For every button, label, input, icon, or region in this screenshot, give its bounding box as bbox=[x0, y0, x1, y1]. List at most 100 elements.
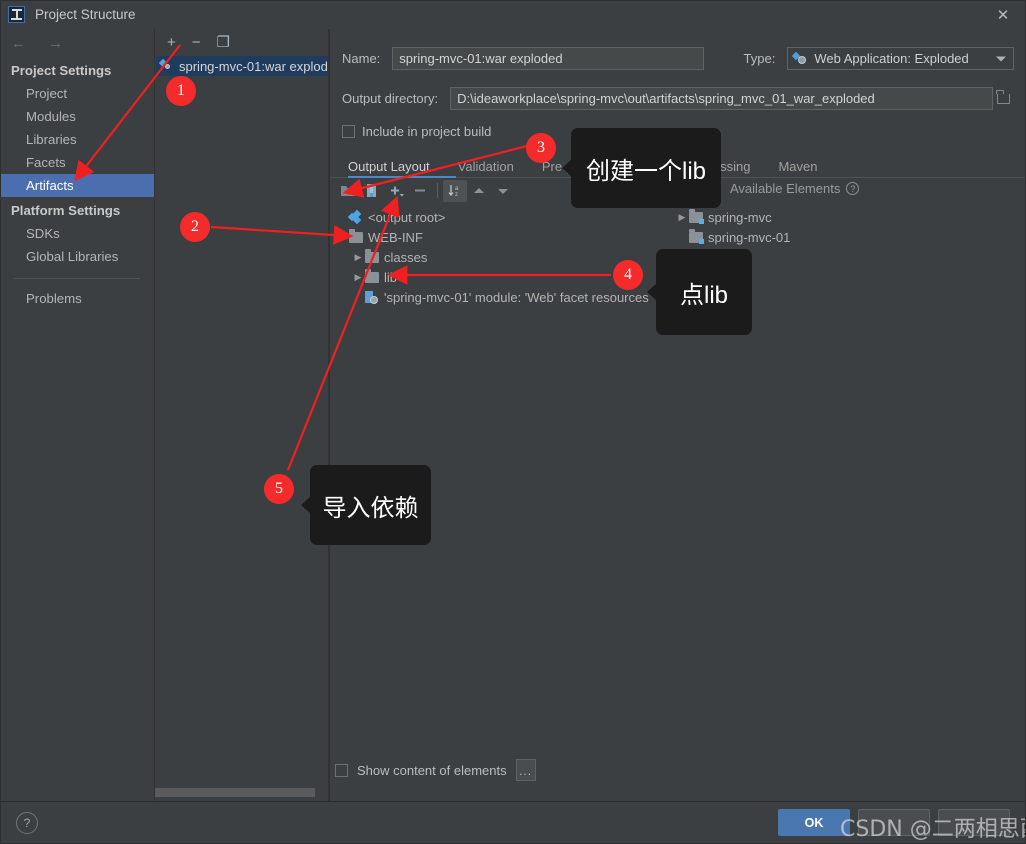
back-icon[interactable]: ← bbox=[11, 36, 26, 51]
callout-import-dependency: 导入依赖 bbox=[310, 465, 431, 545]
create-archive-icon[interactable] bbox=[360, 180, 384, 202]
available-elements-header: Available Elements ? bbox=[730, 181, 860, 196]
available-elements-tree: spring-mvc spring-mvc-01 bbox=[670, 207, 1026, 247]
include-in-project-build-label: Include in project build bbox=[362, 124, 492, 139]
tree-row-label: WEB-INF bbox=[368, 229, 423, 245]
include-in-project-build-checkbox[interactable] bbox=[342, 125, 355, 138]
tab-maven[interactable]: Maven bbox=[764, 154, 831, 178]
type-label: Type: bbox=[743, 51, 776, 66]
close-icon[interactable]: ✕ bbox=[980, 0, 1026, 29]
tree-row[interactable]: spring-mvc-01 bbox=[670, 227, 1026, 247]
show-content-label: Show content of elements bbox=[357, 762, 507, 778]
sidebar-item-libraries[interactable]: Libraries bbox=[0, 128, 154, 151]
callout-text: 点lib bbox=[679, 281, 728, 309]
web-facet-resources-icon bbox=[365, 290, 379, 304]
add-artifact-icon[interactable]: + bbox=[167, 35, 176, 50]
folder-icon bbox=[996, 89, 1010, 104]
move-up-icon[interactable] bbox=[467, 180, 491, 202]
remove-element-icon[interactable] bbox=[408, 180, 432, 202]
tree-row[interactable]: <output root> bbox=[330, 207, 665, 227]
chevron-down-icon bbox=[996, 56, 1006, 61]
output-root-icon bbox=[347, 209, 364, 224]
callout-create-lib: 创建一个lib bbox=[571, 128, 721, 208]
copy-artifact-icon[interactable]: ❐ bbox=[217, 35, 230, 50]
browse-output-directory-button[interactable] bbox=[993, 87, 1014, 110]
web-application-icon bbox=[792, 51, 808, 66]
tree-row-label: <output root> bbox=[368, 209, 446, 225]
step-badge-4: 4 bbox=[613, 260, 643, 290]
intellij-idea-logo-icon bbox=[8, 6, 25, 23]
artifact-list-item-label: spring-mvc-01:war exploded bbox=[179, 58, 328, 74]
callout-text: 创建一个lib bbox=[585, 157, 706, 185]
csdn-watermark: CSDN @二两相思酉 bbox=[840, 817, 1026, 842]
name-type-row: Name: spring-mvc-01:war exploded Type: W… bbox=[330, 47, 1026, 70]
sidebar-nav: ← → bbox=[0, 29, 154, 57]
available-elements-label: Available Elements bbox=[730, 181, 841, 196]
callout-text: 导入依赖 bbox=[322, 494, 419, 522]
pane-divider bbox=[329, 29, 330, 801]
move-down-icon[interactable] bbox=[491, 180, 515, 202]
twisty-closed-icon[interactable] bbox=[675, 212, 689, 223]
project-structure-dialog: Project Structure ✕ ← → Project Settings… bbox=[0, 0, 1026, 844]
help-icon[interactable]: ? bbox=[16, 812, 38, 834]
sidebar-item-project[interactable]: Project bbox=[0, 82, 154, 105]
tree-row[interactable]: WEB-INF bbox=[330, 227, 665, 247]
tree-row[interactable]: 'spring-mvc-01' module: 'Web' facet reso… bbox=[330, 287, 665, 307]
folder-icon bbox=[365, 268, 379, 283]
artifact-name-input[interactable]: spring-mvc-01:war exploded bbox=[392, 47, 704, 70]
artifact-list-item[interactable]: spring-mvc-01:war exploded bbox=[156, 56, 328, 76]
sidebar-item-facets[interactable]: Facets bbox=[0, 151, 154, 174]
tree-row-label: spring-mvc bbox=[708, 209, 772, 225]
tree-row[interactable]: spring-mvc bbox=[670, 207, 1026, 227]
sidebar-item-problems[interactable]: Problems bbox=[0, 287, 154, 310]
sidebar-divider bbox=[14, 278, 140, 279]
twisty-closed-icon[interactable] bbox=[351, 252, 365, 263]
tree-row-label: spring-mvc-01 bbox=[708, 229, 791, 245]
horizontal-scrollbar[interactable] bbox=[155, 788, 315, 797]
war-exploded-icon bbox=[158, 58, 174, 73]
artifact-type-value: Web Application: Exploded bbox=[814, 51, 969, 66]
folder-icon bbox=[349, 228, 363, 243]
forward-icon[interactable]: → bbox=[48, 36, 63, 51]
folder-icon bbox=[365, 248, 379, 263]
step-badge-2: 2 bbox=[180, 212, 210, 242]
add-element-icon[interactable] bbox=[384, 180, 408, 202]
output-layout-tree: <output root> WEB-INF classes lib bbox=[330, 207, 665, 307]
step-badge-3: 3 bbox=[526, 133, 556, 163]
output-directory-input[interactable]: D:\ideaworkplace\spring-mvc\out\artifact… bbox=[450, 87, 993, 110]
svg-text:z: z bbox=[455, 192, 458, 198]
module-folder-icon bbox=[689, 228, 704, 244]
tree-row-label: lib bbox=[384, 269, 398, 285]
show-content-checkbox[interactable] bbox=[335, 763, 348, 777]
browse-content-button[interactable]: ... bbox=[515, 759, 536, 781]
sidebar-item-modules[interactable]: Modules bbox=[0, 105, 154, 128]
output-directory-value: D:\ideaworkplace\spring-mvc\out\artifact… bbox=[457, 91, 875, 106]
tab-output-layout[interactable]: Output Layout bbox=[342, 154, 444, 178]
sidebar-item-global-libraries[interactable]: Global Libraries bbox=[0, 245, 154, 268]
tab-validation[interactable]: Validation bbox=[444, 154, 528, 178]
twisty-open-icon[interactable] bbox=[335, 232, 349, 242]
help-icon[interactable]: ? bbox=[846, 182, 860, 195]
toolbar-separator bbox=[437, 183, 438, 198]
name-label: Name: bbox=[342, 51, 381, 66]
sidebar-item-artifacts[interactable]: Artifacts bbox=[0, 174, 154, 197]
tree-row-label: 'spring-mvc-01' module: 'Web' facet reso… bbox=[384, 289, 649, 305]
remove-artifact-icon[interactable]: − bbox=[192, 35, 201, 50]
output-directory-label: Output directory: bbox=[342, 91, 439, 106]
twisty-closed-icon[interactable] bbox=[351, 272, 365, 283]
module-folder-icon bbox=[689, 208, 704, 224]
step-badge-5: 5 bbox=[264, 474, 294, 504]
artifact-type-dropdown[interactable]: Web Application: Exploded bbox=[787, 47, 1014, 70]
settings-sidebar: ← → Project Settings Project Modules Lib… bbox=[0, 29, 155, 801]
window-title: Project Structure bbox=[35, 7, 136, 22]
artifacts-list-pane: + − ❐ spring-mvc-01:war exploded bbox=[156, 29, 329, 801]
tree-row-label: classes bbox=[384, 249, 428, 265]
tree-row[interactable]: classes bbox=[330, 247, 665, 267]
sidebar-item-sdks[interactable]: SDKs bbox=[0, 222, 154, 245]
sort-az-icon[interactable]: az bbox=[443, 179, 467, 202]
sidebar-group-header-platform-settings: Platform Settings bbox=[11, 203, 121, 218]
show-content-row: Show content of elements ... bbox=[330, 759, 1026, 781]
sidebar-group-header-project-settings: Project Settings bbox=[11, 63, 112, 78]
title-bar: Project Structure ✕ bbox=[0, 0, 1026, 29]
create-directory-icon[interactable] bbox=[336, 180, 360, 202]
